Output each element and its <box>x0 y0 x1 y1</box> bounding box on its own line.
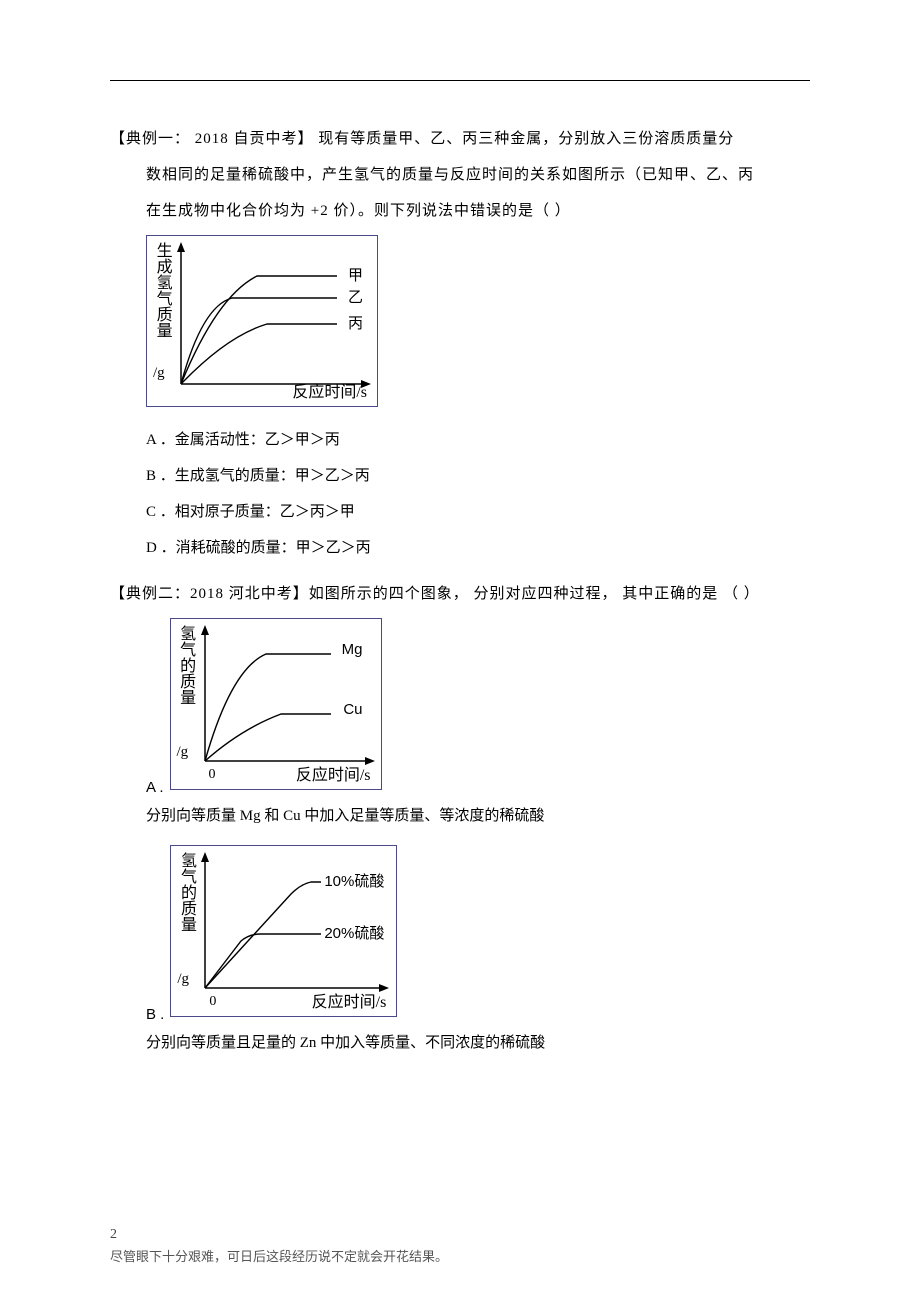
footer-quote: 尽管眼下十分艰难，可日后这段经历说不定就会开花结果。 <box>110 1246 448 1265</box>
example2-stem: 【典例二：2018 河北中考】如图所示的四个图象， 分别对应四种过程， 其中正确… <box>110 576 810 612</box>
figure2b-wrap: B . 氢气的质量 /g 10%硫酸 20%硫酸 0 反应时间/s <box>110 839 810 1027</box>
figure1-ylabel: 生成氢气质量 <box>153 242 171 343</box>
figure2a-caption: 分别向等质量 Mg 和 Cu 中加入足量等质量、等浓度的稀硫酸 <box>146 800 810 833</box>
figure2b-box: 氢气的质量 /g 10%硫酸 20%硫酸 0 反应时间/s <box>170 845 397 1017</box>
header-rule <box>110 80 810 81</box>
figure2a-xlabel: 反应时间/s <box>296 761 371 785</box>
example1-option-c: C ．相对原子质量：乙＞丙＞甲 <box>146 494 810 530</box>
figure2b-prefix: B . <box>146 1006 164 1027</box>
example1-line3: 在生成物中化合价均为 +2 价）。则下列说法中错误的是（ ） <box>146 193 810 229</box>
figure2b-caption: 分别向等质量且足量的 Zn 中加入等质量、不同浓度的稀硫酸 <box>146 1027 810 1060</box>
figure2b-label-low: 20%硫酸 <box>324 922 384 943</box>
figure2a-prefix: A . <box>146 779 164 800</box>
example1-option-d: D ．消耗硫酸的质量：甲＞乙＞丙 <box>146 530 810 566</box>
example1-stem: 【典例一： 2018 自贡中考】 现有等质量甲、乙、丙三种金属，分别放入三份溶质… <box>110 121 810 229</box>
figure2b-ylabel: 氢气的质量 <box>177 852 195 937</box>
figure2a-wrap: A . 氢气的质量 /g Mg Cu 0 反应时间/s <box>110 612 810 800</box>
figure1-label-low: 丙 <box>348 312 363 333</box>
example2-line1: 【典例二：2018 河北中考】如图所示的四个图象， 分别对应四种过程， 其中正确… <box>110 576 810 612</box>
figure1-xlabel: 反应时间/s <box>292 378 367 402</box>
figure2b-yunit: /g <box>177 971 189 988</box>
figure2a-label-low: Cu <box>343 701 362 718</box>
figure2b-label-top: 10%硫酸 <box>324 870 384 891</box>
example1-option-a: A ．金属活动性：乙＞甲＞丙 <box>146 422 810 458</box>
example1-line2: 数相同的足量稀硫酸中，产生氢气的质量与反应时间的关系如图所示（已知甲、乙、丙 <box>146 157 810 193</box>
figure2a-yunit: /g <box>177 744 189 761</box>
figure1-box: 生成氢气质量 /g 甲 乙 丙 反应时间/s <box>146 235 378 407</box>
figure2a-box: 氢气的质量 /g Mg Cu 0 反应时间/s <box>170 618 382 790</box>
figure1-yunit: /g <box>153 365 165 382</box>
figure1-label-top: 甲 <box>348 264 363 285</box>
example1-option-b: B ．生成氢气的质量：甲＞乙＞丙 <box>146 458 810 494</box>
page-number: 2 <box>110 1227 117 1243</box>
figure2a-ylabel-text: 氢气的质量 <box>177 625 195 705</box>
figure2b-ylabel-text: 氢气的质量 <box>177 852 195 932</box>
example1-line1: 【典例一： 2018 自贡中考】 现有等质量甲、乙、丙三种金属，分别放入三份溶质… <box>110 121 810 157</box>
figure2b-zero: 0 <box>209 994 216 1010</box>
figure2a-label-top: Mg <box>342 641 363 658</box>
figure2b-xlabel: 反应时间/s <box>312 988 387 1012</box>
figure2a-zero: 0 <box>209 767 216 783</box>
figure1-ylabel-text: 生成氢气质量 <box>153 242 171 338</box>
page-container: 【典例一： 2018 自贡中考】 现有等质量甲、乙、丙三种金属，分别放入三份溶质… <box>0 0 920 1303</box>
figure2a-ylabel: 氢气的质量 <box>177 625 195 710</box>
figure1-label-mid: 乙 <box>348 286 363 307</box>
